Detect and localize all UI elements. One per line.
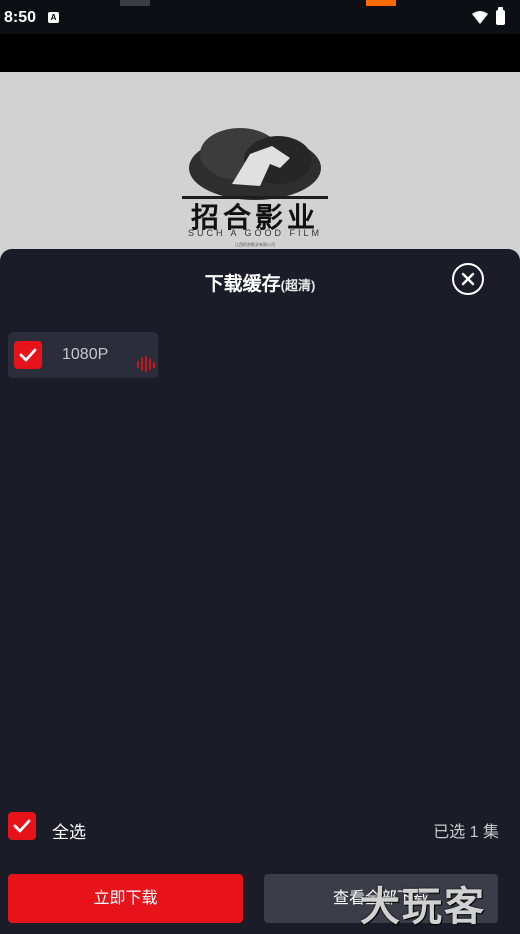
download-now-button[interactable]: 立即下载 <box>8 874 243 923</box>
status-indicator <box>120 0 150 6</box>
video-top-bar <box>0 34 520 72</box>
sheet-title-main: 下载缓存 <box>204 274 281 295</box>
watermark: 大玩客 <box>360 885 486 929</box>
close-button[interactable] <box>452 263 484 295</box>
checkmark-icon <box>19 348 37 362</box>
status-indicator-orange <box>366 0 396 6</box>
select-all-label[interactable]: 全选 <box>52 818 86 843</box>
soundwave-icon <box>137 356 155 372</box>
logo-subtitle: SUCH A GOOD FILM <box>187 228 322 238</box>
video-player[interactable]: 招合影业 SUCH A GOOD FILM 江西招合影业有限公司 <box>0 72 520 262</box>
studio-logo: 招合影业 SUCH A GOOD FILM 江西招合影业有限公司 <box>170 124 340 254</box>
quality-checkbox[interactable] <box>14 341 42 369</box>
logo-company: 江西招合影业有限公司 <box>235 242 275 247</box>
notification-icon: A <box>48 12 59 23</box>
sheet-title-quality: (超清) <box>280 278 316 293</box>
select-all-checkbox[interactable] <box>8 812 36 840</box>
checkmark-icon <box>13 819 31 833</box>
selected-count: 已选 1 集 <box>433 824 499 841</box>
wifi-icon <box>472 11 488 24</box>
download-sheet: 下载缓存(超清) 1080P 全选 已选 1 集 立即下载 查看全部下载 <box>0 249 520 934</box>
status-bar: 8:50 A <box>0 0 520 34</box>
quality-label: 1080P <box>62 346 109 363</box>
sheet-title: 下载缓存(超清) <box>0 269 520 296</box>
close-icon <box>461 272 475 286</box>
status-time: 8:50 <box>4 9 37 26</box>
quality-option-1080p[interactable]: 1080P <box>8 332 158 378</box>
battery-icon <box>496 7 505 25</box>
logo-ink-blot <box>182 128 328 200</box>
